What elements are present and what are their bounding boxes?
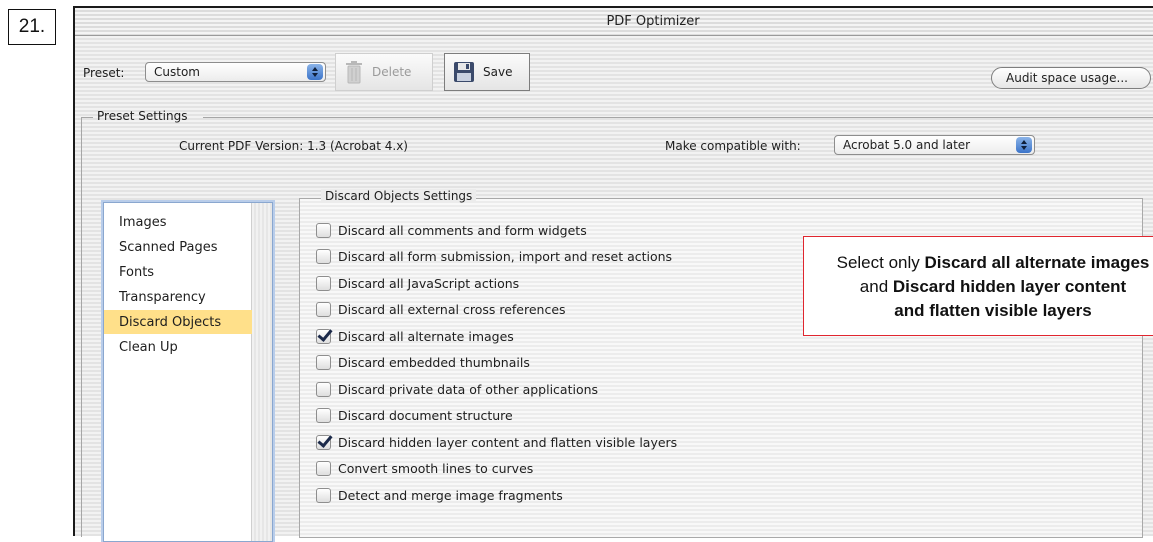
- category-item-scanned-pages[interactable]: Scanned Pages: [104, 235, 252, 259]
- discard-option-label: Discard all alternate images: [338, 328, 514, 344]
- discard-option-row[interactable]: Discard all form submission, import and …: [316, 246, 672, 268]
- category-item-clean-up[interactable]: Clean Up: [104, 335, 252, 359]
- preset-group-line-right: [203, 117, 1153, 118]
- discard-option-row[interactable]: Discard all alternate images: [316, 325, 514, 347]
- window-titlebar[interactable]: PDF Optimizer: [75, 8, 1153, 36]
- save-button-label: Save: [483, 65, 513, 79]
- category-item-transparency[interactable]: Transparency: [104, 285, 252, 309]
- preset-group-line-left: [81, 117, 93, 118]
- save-button[interactable]: Save: [444, 53, 530, 91]
- checkbox[interactable]: [316, 461, 331, 476]
- discard-option-label: Discard embedded thumbnails: [338, 355, 530, 370]
- checkbox[interactable]: [316, 275, 331, 291]
- checkbox[interactable]: [316, 302, 331, 317]
- discard-option-label: Discard all comments and form widgets: [338, 222, 587, 238]
- checkbox[interactable]: [316, 381, 331, 397]
- discard-option-label: Convert smooth lines to curves: [338, 461, 534, 476]
- preset-settings-label: Preset Settings: [97, 109, 188, 123]
- discard-option-row[interactable]: Discard document structure: [316, 405, 513, 427]
- discard-option-label: Detect and merge image fragments: [338, 487, 563, 503]
- discard-option-label: Discard private data of other applicatio…: [338, 381, 599, 397]
- instruction-callout: Select only Discard all alternate images…: [803, 236, 1153, 336]
- category-list[interactable]: Images Scanned Pages Fonts Transparency Disc…: [103, 202, 273, 542]
- checkbox[interactable]: [316, 249, 331, 264]
- delete-button[interactable]: Delete: [335, 53, 433, 91]
- popup-arrows-icon: [1016, 137, 1032, 153]
- preset-select-value: Custom: [154, 65, 200, 79]
- callout-line2-bold: Discard hidden layer content: [892, 277, 1127, 296]
- trash-icon: [346, 61, 362, 84]
- preset-select[interactable]: Custom: [145, 62, 326, 82]
- preset-group-line-vertical: [81, 117, 82, 537]
- discard-option-label: Discard all JavaScript actions: [338, 275, 520, 291]
- window-title: PDF Optimizer: [606, 14, 700, 29]
- checkbox[interactable]: [316, 408, 331, 423]
- audit-space-usage-button[interactable]: Audit space usage...: [991, 67, 1151, 89]
- discard-option-label: Discard all external cross references: [338, 302, 566, 317]
- step-number-box: 21.: [8, 9, 56, 45]
- discard-option-row[interactable]: Discard embedded thumbnails: [316, 352, 530, 374]
- discard-option-row[interactable]: Detect and merge image fragments: [316, 484, 563, 506]
- callout-line1-bold: Discard all alternate images: [924, 253, 1150, 272]
- current-pdf-version: Current PDF Version: 1.3 (Acrobat 4.x): [179, 139, 408, 153]
- discard-option-row[interactable]: Discard private data of other applicatio…: [316, 378, 598, 400]
- category-item-images[interactable]: Images: [104, 210, 252, 234]
- compat-select[interactable]: Acrobat 5.0 and later: [834, 135, 1035, 155]
- discard-option-row[interactable]: Discard all JavaScript actions: [316, 272, 519, 294]
- checkbox[interactable]: [316, 487, 331, 503]
- discard-option-row[interactable]: Discard hidden layer content and flatten…: [316, 431, 677, 453]
- checkbox[interactable]: [316, 355, 331, 370]
- checkbox-checked[interactable]: [316, 328, 331, 344]
- callout-line2-plain: and: [859, 277, 893, 296]
- preset-label: Preset:: [83, 66, 125, 80]
- discard-option-row[interactable]: Discard all comments and form widgets: [316, 219, 587, 241]
- checkbox-checked[interactable]: [316, 434, 331, 450]
- category-list-scrollbar[interactable]: [251, 203, 272, 541]
- checkbox[interactable]: [316, 222, 331, 238]
- discard-settings-label: Discard Objects Settings: [321, 189, 477, 203]
- callout-line3-bold: and flatten visible layers: [894, 301, 1092, 320]
- discard-option-label: Discard all form submission, import and …: [338, 249, 673, 264]
- discard-option-label: Discard hidden layer content and flatten…: [338, 434, 678, 450]
- discard-option-row[interactable]: Convert smooth lines to curves: [316, 458, 533, 480]
- discard-option-row[interactable]: Discard all external cross references: [316, 299, 566, 321]
- audit-button-label: Audit space usage...: [1006, 71, 1128, 85]
- callout-line1-plain: Select only: [836, 253, 925, 272]
- compat-select-value: Acrobat 5.0 and later: [843, 138, 971, 152]
- category-item-fonts[interactable]: Fonts: [104, 260, 252, 284]
- category-item-discard-objects[interactable]: Discard Objects: [104, 310, 252, 334]
- step-number: 21.: [18, 16, 46, 37]
- discard-option-label: Discard document structure: [338, 408, 513, 423]
- compat-label: Make compatible with:: [665, 139, 801, 153]
- delete-button-label: Delete: [372, 65, 412, 79]
- save-disk-icon: [454, 62, 474, 82]
- popup-arrows-icon: [307, 64, 323, 80]
